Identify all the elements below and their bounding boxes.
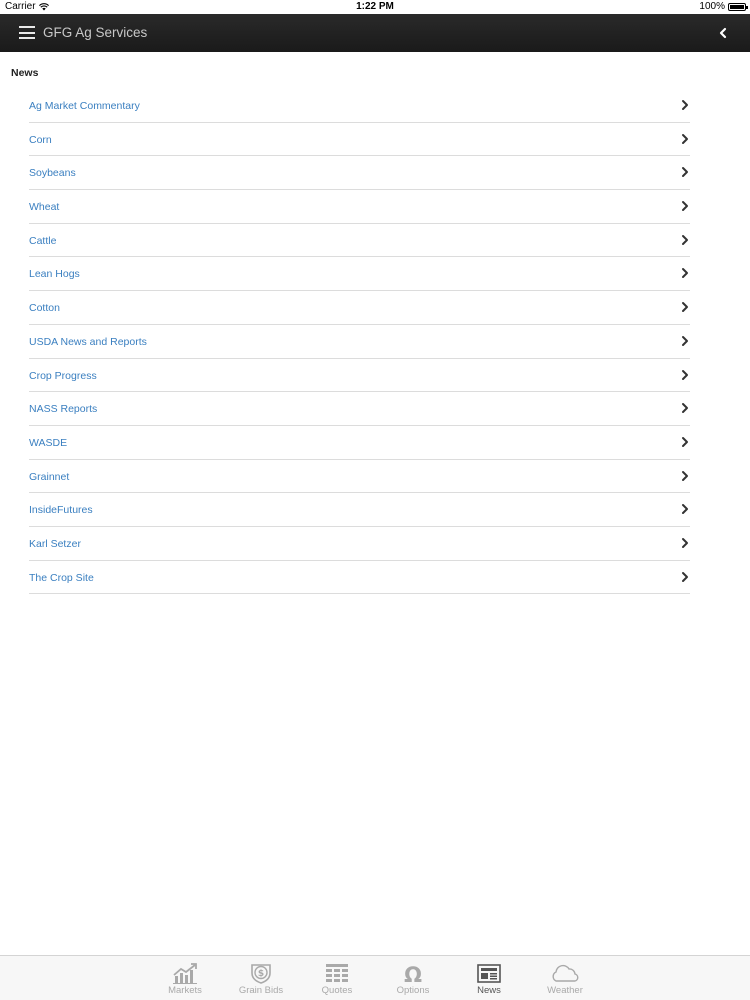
status-time: 1:22 PM [356, 1, 394, 12]
battery-indicator: 100% [699, 1, 748, 12]
chevron-right-icon [682, 100, 688, 110]
tab-label: Grain Bids [238, 985, 284, 996]
list-item[interactable]: InsideFutures [29, 493, 690, 527]
list-item-label: Lean Hogs [29, 268, 80, 281]
tab-bar: Markets $ Grain Bids Quotes Ω Options Ne… [0, 955, 750, 1000]
newspaper-icon [477, 964, 501, 983]
list-item[interactable]: Cattle [29, 224, 690, 258]
tab-label: Options [396, 985, 430, 996]
list-item[interactable]: Cotton [29, 291, 690, 325]
battery-percent: 100% [699, 1, 725, 12]
tab-quotes[interactable]: Quotes [299, 956, 375, 1000]
tab-options[interactable]: Ω Options [375, 956, 451, 1000]
list-item-label: Grainnet [29, 470, 70, 483]
section-title: News [11, 67, 39, 79]
list-item[interactable]: Crop Progress [29, 359, 690, 393]
tab-label: Markets [168, 985, 202, 996]
tab-weather[interactable]: Weather [527, 956, 603, 1000]
list-item-label: InsideFutures [29, 504, 93, 517]
chevron-right-icon [682, 436, 688, 447]
tab-label: News [477, 985, 501, 996]
list-item-label: Ag Market Commentary [29, 100, 140, 112]
omega-icon: Ω [404, 963, 422, 984]
svg-text:Ω: Ω [404, 963, 422, 984]
list-item-label: Soybeans [29, 167, 76, 180]
chevron-right-icon [682, 537, 688, 548]
dollar-badge-icon: $ [251, 964, 271, 984]
list-item-label: The Crop Site [29, 571, 94, 584]
list-item[interactable]: Corn [29, 123, 690, 157]
news-list: Ag Market Commentary Corn Soybeans Wheat Cat… [29, 89, 690, 595]
chevron-right-icon [682, 201, 688, 212]
tab-label: Quotes [321, 985, 353, 996]
chevron-right-icon [682, 167, 688, 178]
tab-grain-bids[interactable]: $ Grain Bids [223, 956, 299, 1000]
list-item[interactable]: Karl Setzer [29, 527, 690, 561]
chevron-right-icon [682, 302, 688, 313]
chevron-right-icon [682, 268, 688, 279]
cloud-icon [552, 964, 579, 982]
list-item[interactable]: Ag Market Commentary [29, 89, 690, 123]
chevron-right-icon [682, 369, 688, 380]
chevron-right-icon [682, 234, 688, 245]
nav-bar: GFG Ag Services [0, 14, 750, 52]
hamburger-menu-icon[interactable] [19, 26, 35, 39]
list-item[interactable]: Lean Hogs [29, 257, 690, 292]
grid-icon [326, 964, 348, 982]
list-item[interactable]: Grainnet [29, 460, 690, 494]
tab-news[interactable]: News [451, 956, 527, 1000]
list-item-label: Corn [29, 133, 52, 146]
list-item-label: Wheat [29, 201, 60, 214]
list-item-label: Cattle [29, 234, 57, 247]
app-title: GFG Ag Services [43, 25, 148, 40]
chevron-right-icon [682, 571, 688, 582]
battery-icon [728, 2, 748, 11]
chevron-right-icon [682, 504, 688, 515]
list-item[interactable]: WASDE [29, 426, 690, 460]
list-item[interactable]: Wheat [29, 190, 690, 224]
svg-text:$: $ [258, 969, 264, 979]
chevron-right-icon [682, 403, 688, 414]
tab-label: Weather [547, 985, 583, 996]
list-item-label: USDA News and Reports [29, 335, 147, 348]
list-item-label: WASDE [29, 436, 68, 449]
chart-icon [173, 963, 197, 984]
chevron-left-icon[interactable] [716, 26, 730, 40]
chevron-right-icon [682, 470, 688, 481]
list-item-label: Cotton [29, 302, 60, 315]
list-item[interactable]: NASS Reports [29, 392, 690, 426]
tab-markets[interactable]: Markets [147, 956, 223, 1000]
list-item-label: NASS Reports [29, 403, 98, 416]
list-item[interactable]: USDA News and Reports [29, 325, 690, 359]
list-item[interactable]: Soybeans [29, 156, 690, 191]
list-item[interactable]: The Crop Site [29, 561, 690, 595]
chevron-right-icon [682, 133, 688, 144]
chevron-right-icon [682, 335, 688, 346]
list-item-label: Crop Progress [29, 369, 97, 382]
status-bar: Carrier 1:22 PM 100% [0, 0, 750, 14]
list-item-label: Karl Setzer [29, 537, 81, 550]
